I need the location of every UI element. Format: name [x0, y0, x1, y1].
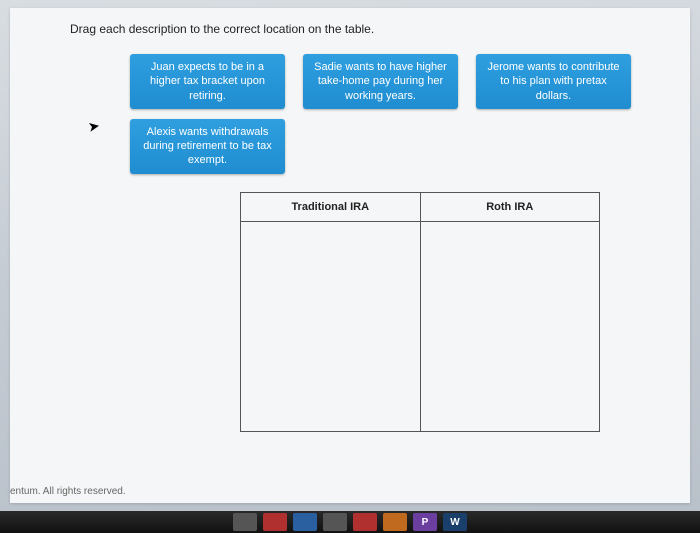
taskbar-app-icon[interactable] — [293, 513, 317, 531]
column-header-roth: Roth IRA — [420, 192, 600, 221]
card-jerome[interactable]: Jerome wants to contribute to his plan w… — [476, 54, 631, 109]
taskbar: P W — [0, 511, 700, 533]
card-juan[interactable]: Juan expects to be in a higher tax brack… — [130, 54, 285, 109]
cursor-icon: ➤ — [87, 117, 102, 136]
exercise-panel: Drag each description to the correct loc… — [10, 8, 690, 503]
copyright-text: entum. All rights reserved. — [10, 486, 126, 497]
drop-zone-traditional[interactable] — [241, 221, 421, 431]
taskbar-app-icon[interactable] — [353, 513, 377, 531]
card-alexis[interactable]: Alexis wants withdrawals during retireme… — [130, 119, 285, 174]
taskbar-app-icon[interactable] — [383, 513, 407, 531]
drop-target-table: Traditional IRA Roth IRA — [240, 192, 600, 432]
column-header-traditional: Traditional IRA — [241, 192, 421, 221]
draggable-row-2: Alexis wants withdrawals during retireme… — [130, 119, 670, 174]
taskbar-app-icon[interactable] — [323, 513, 347, 531]
taskbar-powerpoint-icon[interactable]: P — [413, 513, 437, 531]
draggable-row-1: Juan expects to be in a higher tax brack… — [130, 54, 670, 109]
card-sadie[interactable]: Sadie wants to have higher take-home pay… — [303, 54, 458, 109]
drop-zone-roth[interactable] — [420, 221, 600, 431]
taskbar-word-icon[interactable]: W — [443, 513, 467, 531]
taskbar-app-icon[interactable] — [263, 513, 287, 531]
taskbar-app-icon[interactable] — [233, 513, 257, 531]
instruction-text: Drag each description to the correct loc… — [70, 22, 670, 36]
